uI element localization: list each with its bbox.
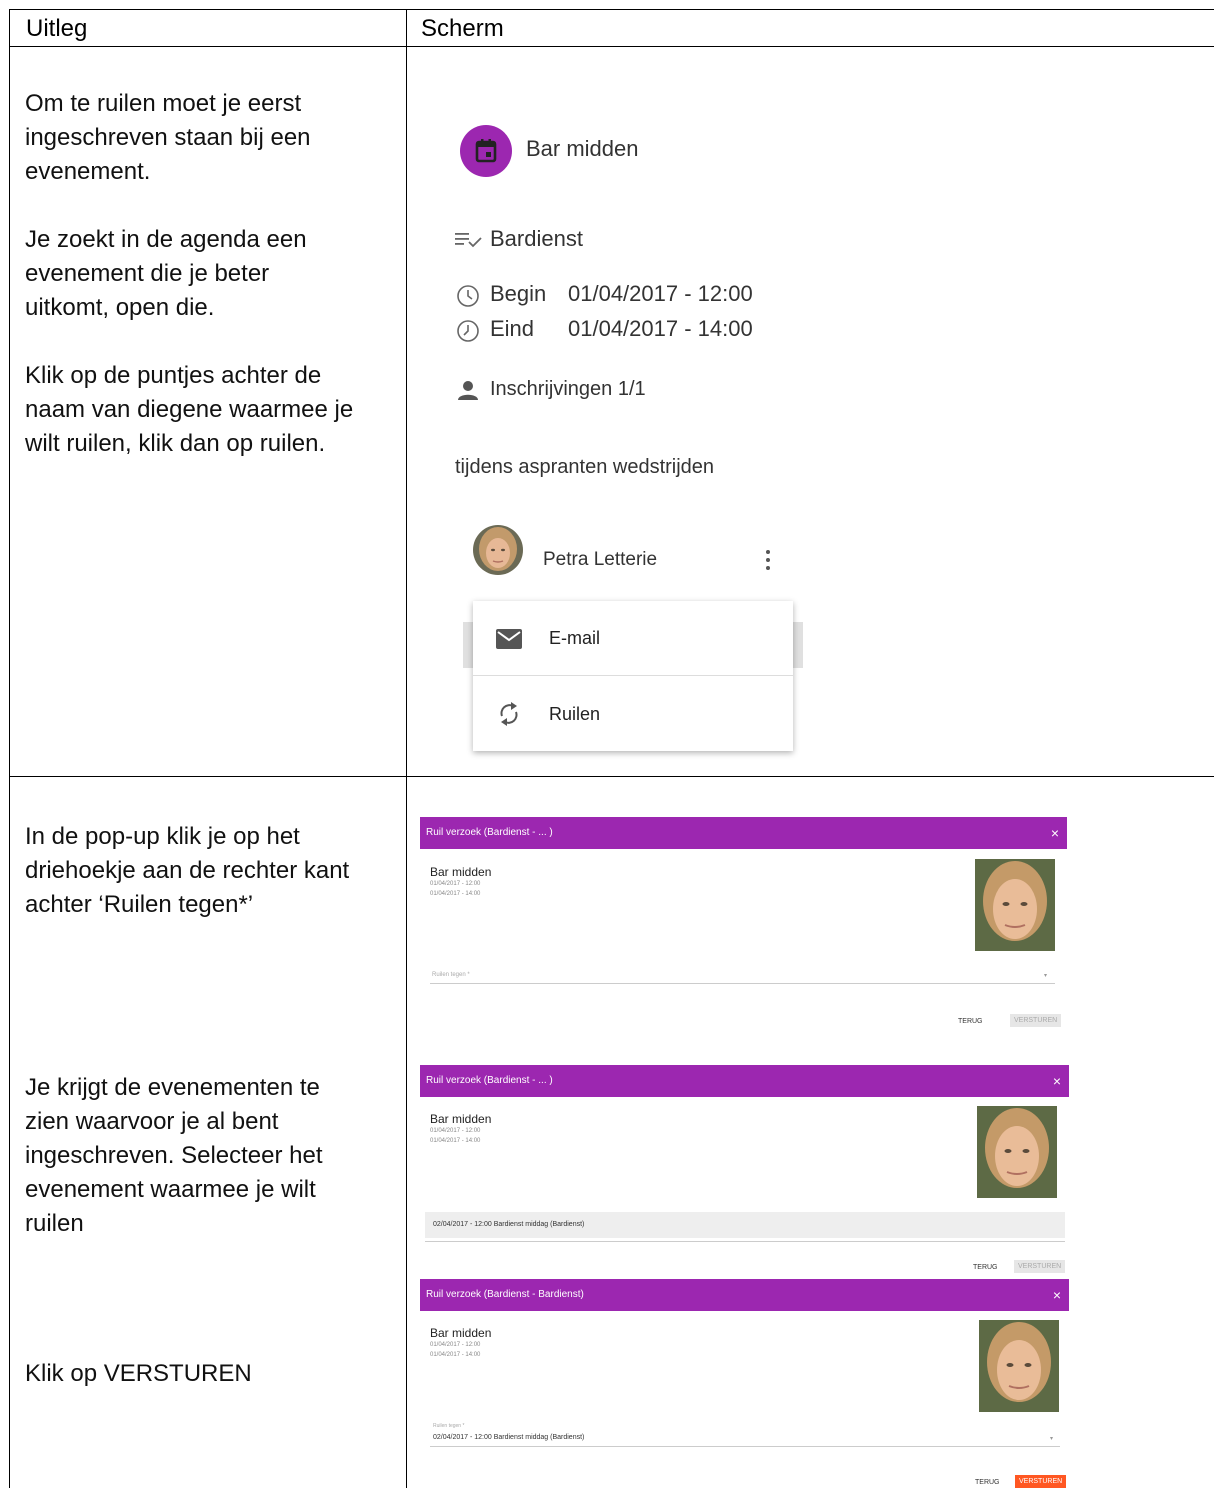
dialog-event-title: Bar midden xyxy=(430,1112,492,1126)
explanation-line: Klik op de puntjes achter de xyxy=(25,362,322,389)
dialog-photo xyxy=(979,1320,1059,1412)
explanation-line: achter ‘Ruilen tegen*’ xyxy=(25,891,254,918)
begin-value: 01/04/2017 - 12:00 xyxy=(568,281,753,306)
row2-explanation-c: Klik op VERSTUREN xyxy=(25,1360,252,1387)
menu-item-email[interactable]: E-mail xyxy=(473,601,793,675)
dialog-begin: 01/04/2017 - 12:00 xyxy=(430,1342,481,1348)
explanation-line: evenement. xyxy=(25,158,151,185)
row1-explanation: Om te ruilen moet je eerst ingeschreven … xyxy=(25,87,353,461)
face-photo xyxy=(979,1320,1059,1412)
dialog-header: Ruil verzoek (Bardienst - Bardienst) xyxy=(420,1279,1069,1311)
explanation-line: Om te ruilen moet je eerst xyxy=(25,90,302,117)
swap-field-underline xyxy=(430,983,1055,984)
explanation-line: evenement waarmee je wilt xyxy=(25,1176,316,1203)
explanation-line: wilt ruilen, klik dan op ruilen. xyxy=(25,430,326,457)
column-header-uitleg: Uitleg xyxy=(26,15,88,42)
more-vert-icon[interactable] xyxy=(760,548,776,574)
explanation-line: zien waarvoor je al bent xyxy=(25,1108,279,1135)
dialog-end: 01/04/2017 - 14:00 xyxy=(430,1352,481,1358)
send-button[interactable]: VERSTUREN xyxy=(1014,1260,1066,1273)
table-border-middle xyxy=(406,9,407,1488)
menu-item-label: Ruilen xyxy=(549,704,601,724)
mail-icon xyxy=(496,629,522,649)
close-icon[interactable]: × xyxy=(1053,1065,1061,1097)
explanation-line: ingeschreven. Selecteer het xyxy=(25,1142,323,1169)
explanation-line: In de pop-up klik je op het xyxy=(25,823,300,850)
menu-divider xyxy=(473,675,793,676)
dialog-begin: 01/04/2017 - 12:00 xyxy=(430,881,481,887)
face-photo xyxy=(977,1106,1057,1198)
explanation-line: ruilen xyxy=(25,1210,84,1237)
event-avatar xyxy=(460,125,512,177)
person-name: Petra Letterie xyxy=(543,549,658,570)
swap-field-label: Ruilen tegen * xyxy=(432,972,470,978)
clock-end-icon xyxy=(457,320,479,342)
dropdown-caret-icon[interactable]: ▾ xyxy=(1050,1435,1053,1442)
swap-field-underline xyxy=(425,1241,1065,1242)
back-button[interactable]: TERUG xyxy=(973,1264,998,1271)
event-title: Bar midden xyxy=(526,136,639,161)
dialog-photo xyxy=(977,1106,1057,1198)
menu-item-ruilen[interactable]: Ruilen xyxy=(473,677,793,751)
swap-field-value[interactable]: 02/04/2017 - 12:00 Bardienst middag (Bar… xyxy=(433,1434,584,1441)
close-icon[interactable]: × xyxy=(1053,1279,1061,1311)
send-button[interactable]: VERSTUREN xyxy=(1010,1014,1062,1027)
explanation-line xyxy=(25,325,353,359)
explanation-line: Je zoekt in de agenda een xyxy=(25,226,307,253)
person-icon xyxy=(458,381,478,400)
explanation-line: driehoekje aan de rechter kant xyxy=(25,857,350,884)
calendar-icon xyxy=(475,139,497,163)
swap-dialog-2: Ruil verzoek (Bardienst - ... ) × Bar mi… xyxy=(420,1065,1069,1275)
back-button[interactable]: TERUG xyxy=(958,1018,983,1025)
swap-dialog-1: Ruil verzoek (Bardienst - ... ) × Bar mi… xyxy=(420,817,1067,1032)
event-type: Bardienst xyxy=(490,226,583,251)
explanation-line: ingeschreven staan bij een xyxy=(25,124,311,151)
face-photo xyxy=(473,525,523,575)
explanation-line: evenement die je beter xyxy=(25,260,270,287)
dialog-photo xyxy=(975,859,1055,951)
event-description: tijdens aspranten wedstrijden xyxy=(455,456,715,478)
end-label: Eind xyxy=(490,316,535,341)
dialog-header: Ruil verzoek (Bardienst - ... ) xyxy=(420,817,1067,849)
dialog-event-title: Bar midden xyxy=(430,1326,492,1340)
back-button[interactable]: TERUG xyxy=(975,1479,1000,1486)
face-photo xyxy=(975,859,1055,951)
explanation-line xyxy=(25,189,353,223)
dialog-event-title: Bar midden xyxy=(430,865,492,879)
explanation-line: naam van diegene waarmee je xyxy=(25,396,354,423)
clock-icon xyxy=(457,285,479,307)
explanation-line: uitkomt, open die. xyxy=(25,294,215,321)
table-border-left xyxy=(9,9,10,1488)
dialog-end: 01/04/2017 - 14:00 xyxy=(430,891,481,897)
table-border-top xyxy=(9,9,1214,10)
send-button[interactable]: VERSTUREN xyxy=(1015,1475,1067,1488)
begin-label: Begin xyxy=(490,281,547,306)
column-header-scherm: Scherm xyxy=(421,15,504,42)
swap-icon xyxy=(500,702,518,726)
registrations: Inschrijvingen 1/1 xyxy=(490,378,646,400)
dropdown-caret-icon[interactable]: ▾ xyxy=(1044,972,1047,979)
end-value: 01/04/2017 - 14:00 xyxy=(568,316,753,341)
swap-dialog-3: Ruil verzoek (Bardienst - Bardienst) × B… xyxy=(420,1279,1069,1488)
checklist-icon xyxy=(455,233,482,248)
swap-option-item[interactable]: 02/04/2017 - 12:00 Bardienst middag (Bar… xyxy=(425,1212,1065,1238)
explanation-line: Je krijgt de evenementen te xyxy=(25,1074,320,1101)
swap-field-label: Ruilen tegen * xyxy=(433,1423,465,1429)
dialog-begin: 01/04/2017 - 12:00 xyxy=(430,1128,481,1134)
person-avatar xyxy=(473,525,523,575)
table-border-row1 xyxy=(9,776,1214,777)
swap-field-underline xyxy=(430,1446,1060,1447)
dialog-header: Ruil verzoek (Bardienst - ... ) xyxy=(420,1065,1069,1097)
context-menu: E-mail Ruilen xyxy=(473,601,793,751)
close-icon[interactable]: × xyxy=(1051,817,1059,849)
menu-item-label: E-mail xyxy=(549,628,601,648)
dialog-end: 01/04/2017 - 14:00 xyxy=(430,1138,481,1144)
row2-explanation-b: Je krijgt de evenementen te zien waarvoo… xyxy=(25,1071,323,1241)
row2-explanation-a: In de pop-up klik je op het driehoekje a… xyxy=(25,820,349,922)
table-border-header xyxy=(9,46,1214,47)
